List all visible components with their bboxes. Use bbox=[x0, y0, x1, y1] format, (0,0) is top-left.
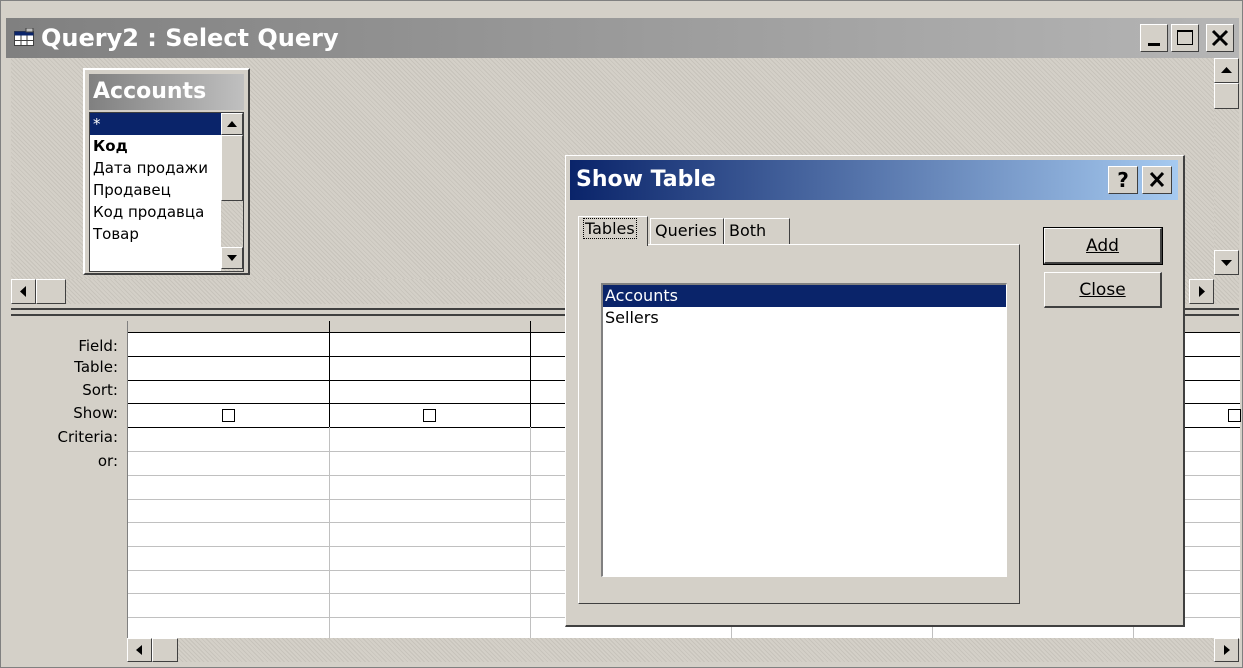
close-icon bbox=[1211, 29, 1229, 47]
close-dialog-button[interactable]: Close bbox=[1044, 272, 1162, 308]
show-checkbox[interactable] bbox=[1228, 409, 1241, 422]
arrow-down-icon bbox=[227, 255, 237, 261]
tab-both[interactable]: Both bbox=[724, 218, 790, 244]
list-item[interactable]: Accounts bbox=[603, 285, 1006, 307]
dialog-titlebar[interactable]: Show Table ? bbox=[570, 160, 1178, 200]
grid-horizontal-scrollbar[interactable] bbox=[127, 638, 1239, 662]
arrow-up-icon bbox=[227, 121, 237, 127]
add-button[interactable]: Add bbox=[1043, 227, 1163, 265]
row-label-sort: Sort: bbox=[82, 381, 118, 399]
scroll-left-button[interactable] bbox=[127, 638, 152, 662]
scroll-thumb[interactable] bbox=[221, 135, 243, 201]
upper-vertical-scrollbar[interactable] bbox=[1214, 58, 1239, 293]
field-list-scrollbar[interactable] bbox=[221, 113, 243, 271]
close-icon bbox=[1149, 171, 1165, 188]
field-list[interactable]: * Код Дата продажи Продавец Код продавца… bbox=[89, 112, 244, 272]
minimize-icon bbox=[1148, 43, 1160, 46]
window-title: Query2 : Select Query bbox=[41, 24, 339, 52]
scroll-down-button[interactable] bbox=[1214, 250, 1239, 275]
maximize-icon bbox=[1177, 30, 1193, 45]
tables-tab-panel: Accounts Sellers bbox=[578, 244, 1020, 604]
scroll-right-button[interactable] bbox=[1189, 279, 1214, 304]
scroll-thumb[interactable] bbox=[1214, 83, 1239, 109]
scroll-up-button[interactable] bbox=[1214, 58, 1239, 83]
table-list[interactable]: Accounts Sellers bbox=[601, 283, 1007, 577]
tab-queries[interactable]: Queries bbox=[650, 218, 724, 244]
query-icon bbox=[14, 27, 34, 46]
window-titlebar[interactable]: Query2 : Select Query bbox=[6, 18, 1239, 58]
arrow-left-icon bbox=[136, 645, 142, 655]
minimize-button[interactable] bbox=[1140, 24, 1168, 52]
help-button[interactable]: ? bbox=[1108, 166, 1138, 194]
arrow-left-icon bbox=[20, 286, 26, 297]
show-checkbox[interactable] bbox=[222, 409, 235, 422]
arrow-right-icon bbox=[1199, 286, 1205, 297]
tab-tables[interactable]: Tables bbox=[578, 216, 648, 246]
arrow-right-icon bbox=[1224, 645, 1230, 655]
list-item[interactable]: Sellers bbox=[603, 307, 1006, 329]
scroll-left-button[interactable] bbox=[11, 279, 36, 304]
show-checkbox[interactable] bbox=[423, 409, 436, 422]
scroll-right-button[interactable] bbox=[1214, 638, 1239, 662]
row-label-or: or: bbox=[97, 452, 118, 470]
row-label-field: Field: bbox=[78, 337, 118, 355]
maximize-button[interactable] bbox=[1171, 24, 1199, 52]
scroll-thumb[interactable] bbox=[152, 638, 178, 662]
show-table-dialog: Show Table ? Tables Queries Both Account… bbox=[565, 155, 1185, 627]
scroll-up-button[interactable] bbox=[221, 113, 243, 135]
dialog-close-button[interactable] bbox=[1142, 166, 1172, 194]
row-label-criteria: Criteria: bbox=[57, 428, 119, 446]
field-list-accounts[interactable]: Accounts * Код Дата продажи Продавец Код… bbox=[83, 68, 250, 275]
scroll-down-button[interactable] bbox=[221, 247, 243, 269]
arrow-up-icon bbox=[1221, 67, 1232, 73]
close-button[interactable] bbox=[1206, 24, 1234, 52]
row-label-show: Show: bbox=[73, 404, 118, 422]
field-list-title[interactable]: Accounts bbox=[89, 74, 244, 110]
dialog-title: Show Table bbox=[576, 167, 716, 192]
scroll-thumb[interactable] bbox=[36, 279, 66, 304]
query-window: Query2 : Select Query Accounts * Код Дат… bbox=[0, 0, 1243, 668]
arrow-down-icon bbox=[1221, 260, 1232, 266]
row-label-table: Table: bbox=[74, 358, 118, 376]
